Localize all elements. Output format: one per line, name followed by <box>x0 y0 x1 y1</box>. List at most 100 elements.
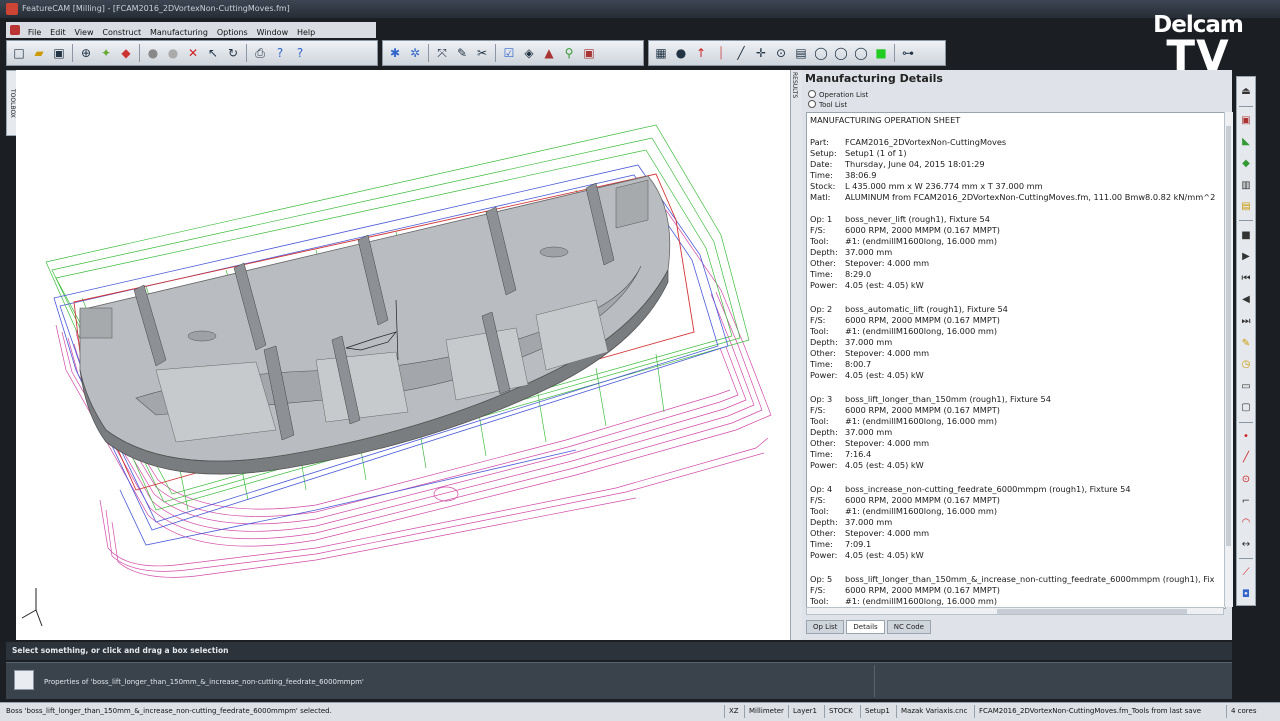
simulate-icon[interactable]: ✱ <box>386 44 404 62</box>
checklist-icon[interactable]: ☑ <box>500 44 518 62</box>
arrow-up-icon[interactable]: ↑ <box>692 44 710 62</box>
part-icon[interactable]: ▣ <box>580 44 598 62</box>
units-indicator[interactable]: Millimeter <box>744 705 788 718</box>
line-red-icon[interactable]: ╱ <box>1239 451 1253 465</box>
op-detail: Other: Stepover: 4.000 mm <box>810 528 930 538</box>
fixture-icon[interactable]: ⚲ <box>560 44 578 62</box>
step-forward-icon[interactable]: ⏭ <box>1239 315 1253 329</box>
polyline-icon[interactable]: ⌐ <box>1239 494 1253 508</box>
graphics-viewport[interactable] <box>16 70 790 640</box>
line-icon[interactable]: ╱ <box>732 44 750 62</box>
post-indicator[interactable]: Mazak Variaxis.cnc <box>896 705 974 718</box>
print-icon[interactable]: ⎙ <box>251 44 269 62</box>
point-red-icon[interactable]: • <box>1239 430 1253 444</box>
radio-tool-list[interactable]: Tool List <box>808 100 847 109</box>
sheet-vertical-scrollbar[interactable] <box>1224 112 1233 607</box>
tab-details[interactable]: Details <box>846 620 885 634</box>
plane-indicator[interactable]: XZ <box>724 705 744 718</box>
circle-red-icon[interactable]: ⊙ <box>1239 473 1253 487</box>
measure-icon[interactable]: ✎ <box>453 44 471 62</box>
pencil-icon[interactable]: ✎ <box>1239 336 1253 350</box>
calculator-icon[interactable]: ▤ <box>792 44 810 62</box>
tab-op-list[interactable]: Op List <box>806 620 845 634</box>
header-row: Date: Thursday, June 04, 2015 18:01:29 <box>810 159 985 169</box>
menu-file[interactable]: File <box>25 26 44 37</box>
op-row[interactable]: Op: 1 boss_never_lift (rough1), Fixture 5… <box>810 214 990 224</box>
menu-construct[interactable]: Construct <box>99 26 144 37</box>
transform-icon[interactable]: ⤧ <box>433 44 451 62</box>
manufacturing-details-panel: Manufacturing Details Operation List Too… <box>802 70 1233 640</box>
cut-icon[interactable]: ✂ <box>473 44 491 62</box>
prompt-bar: Select something, or click and drag a bo… <box>6 642 1232 660</box>
help-icon[interactable]: ? <box>271 44 289 62</box>
select-arrow-icon[interactable]: ↖ <box>204 44 222 62</box>
green-square-icon[interactable]: ■ <box>872 44 890 62</box>
part-body <box>79 175 671 475</box>
circle-center-icon[interactable]: ⊙ <box>772 44 790 62</box>
menu-edit[interactable]: Edit <box>47 26 69 37</box>
properties-icon[interactable] <box>14 670 34 690</box>
play-icon[interactable]: ▶ <box>1239 250 1253 264</box>
tab-nc-code[interactable]: NC Code <box>886 620 931 634</box>
layer-indicator[interactable]: Layer1 <box>788 705 824 718</box>
menu-manufacturing[interactable]: Manufacturing <box>147 26 211 37</box>
shape-icon[interactable]: ◘ <box>1239 588 1253 602</box>
ring-icon[interactable]: ◯ <box>852 44 870 62</box>
scroll-thumb[interactable] <box>1226 126 1231 546</box>
menu-options[interactable]: Options <box>214 26 251 37</box>
document-icon[interactable] <box>10 25 20 35</box>
menu-view[interactable]: View <box>72 26 97 37</box>
feature-icon[interactable]: ◈ <box>520 44 538 62</box>
wizard-icon[interactable]: ✦ <box>97 44 115 62</box>
sphere-gray-icon[interactable]: ● <box>164 44 182 62</box>
stock-indicator[interactable]: STOCK <box>824 705 860 718</box>
vertical-line-icon[interactable]: ⏐ <box>712 44 730 62</box>
op-row[interactable]: Op: 4 boss_increase_non-cutting_feedrate_… <box>810 484 1131 494</box>
collapse-icon[interactable]: ⏏ <box>1239 85 1253 99</box>
op-row[interactable]: Op: 3 boss_lift_longer_than_150mm (rough1… <box>810 394 1051 404</box>
report-icon[interactable]: ▤ <box>1239 200 1253 214</box>
properties-text: Properties of 'boss_lift_longer_than_150… <box>44 678 364 686</box>
machine-icon[interactable]: ▥ <box>1239 178 1253 192</box>
stock-box-icon[interactable]: ▣ <box>1239 114 1253 128</box>
op-detail: Other: Stepover: 4.000 mm <box>810 258 930 268</box>
new-file-icon[interactable]: □ <box>10 44 28 62</box>
open-folder-icon[interactable]: ▰ <box>30 44 48 62</box>
menu-help[interactable]: Help <box>294 26 318 37</box>
solid-icon[interactable]: ◣ <box>1239 135 1253 149</box>
menu-window[interactable]: Window <box>254 26 292 37</box>
point-icon[interactable]: ● <box>672 44 690 62</box>
radio-operation-list[interactable]: Operation List <box>808 90 868 99</box>
op-row[interactable]: Op: 5 boss_lift_longer_than_150mm_&_incre… <box>810 574 1215 584</box>
ruler-icon[interactable]: ▭ <box>1239 379 1253 393</box>
slash-line-icon[interactable]: ⟋ <box>1239 566 1253 580</box>
header-row: Setup: Setup1 (1 of 1) <box>810 148 907 158</box>
globe-icon[interactable]: ⊕ <box>77 44 95 62</box>
op-row[interactable]: Op: 2 boss_automatic_lift (rough1), Fixtu… <box>810 304 1008 314</box>
simulation-icon[interactable]: ◆ <box>1239 157 1253 171</box>
file-indicator: FCAM2016_2DVortexNon-CuttingMoves.fm_Too… <box>974 705 1226 718</box>
grid-icon[interactable]: ▦ <box>652 44 670 62</box>
circle-3pt-icon[interactable]: ◯ <box>832 44 850 62</box>
link-icon[interactable]: ⊶ <box>899 44 917 62</box>
sheet-horizontal-scrollbar[interactable] <box>806 607 1224 615</box>
clock-icon[interactable]: ◷ <box>1239 358 1253 372</box>
cross-icon[interactable]: ✛ <box>752 44 770 62</box>
dimension-icon[interactable]: ↔ <box>1239 537 1253 551</box>
toolpath-icon[interactable]: ✲ <box>406 44 424 62</box>
arc-icon[interactable]: ◠ <box>1239 516 1253 530</box>
delete-icon[interactable]: ✕ <box>184 44 202 62</box>
rotate-icon[interactable]: ↻ <box>224 44 242 62</box>
stop-icon[interactable]: ■ <box>1239 228 1253 242</box>
context-help-icon[interactable]: ? <box>291 44 309 62</box>
save-icon[interactable]: ▣ <box>50 44 68 62</box>
circle-icon[interactable]: ◯ <box>812 44 830 62</box>
panel-icon[interactable]: ▢ <box>1239 401 1253 415</box>
setup-indicator[interactable]: Setup1 <box>860 705 896 718</box>
eraser-icon[interactable]: ◆ <box>117 44 135 62</box>
step-back-icon[interactable]: ⏮ <box>1239 272 1253 286</box>
rewind-icon[interactable]: ◀ <box>1239 293 1253 307</box>
scroll-thumb[interactable] <box>997 609 1187 614</box>
stock-icon[interactable]: ▲ <box>540 44 558 62</box>
sphere-icon[interactable]: ● <box>144 44 162 62</box>
